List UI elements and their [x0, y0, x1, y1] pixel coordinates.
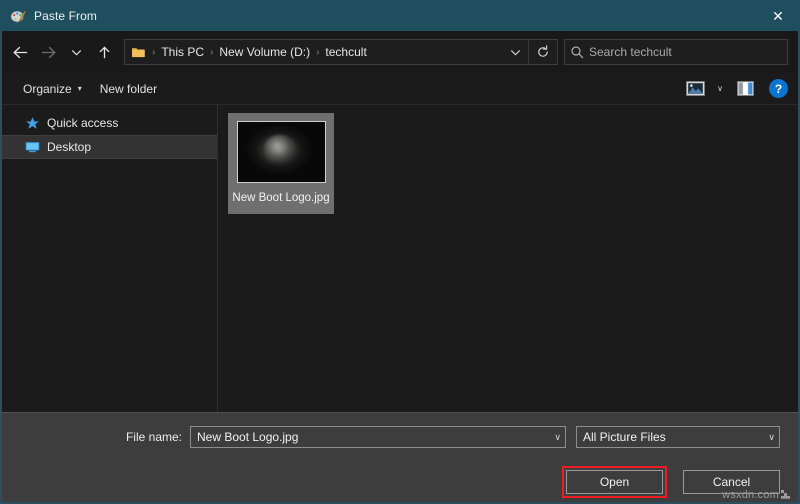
folder-icon	[131, 45, 146, 59]
sidebar-item-desktop[interactable]: Desktop	[2, 135, 217, 159]
close-icon[interactable]: ✕	[756, 0, 800, 31]
window-title: Paste From	[34, 8, 98, 23]
paint-palette-icon	[10, 8, 26, 24]
filetype-value: All Picture Files	[583, 430, 666, 444]
dialog-button-row: Open Cancel	[2, 461, 798, 502]
watermark: wsxdn.com	[722, 489, 790, 501]
help-button[interactable]: ?	[769, 79, 788, 98]
file-list-pane[interactable]: New Boot Logo.jpg	[218, 105, 798, 412]
sidebar-item-quick-access[interactable]: Quick access	[2, 111, 217, 135]
toolbar-right-group: ∨ ?	[681, 77, 790, 101]
list-item[interactable]: New Boot Logo.jpg	[228, 113, 334, 214]
address-chevron-down-icon[interactable]	[502, 40, 528, 64]
organize-button[interactable]: Organize ▾	[14, 78, 91, 100]
filetype-select[interactable]: All Picture Files ∨	[576, 426, 780, 448]
breadcrumb[interactable]: › This PC › New Volume (D:) › techcult	[125, 45, 502, 59]
file-name-label: New Boot Logo.jpg	[232, 192, 330, 204]
breadcrumb-separator: ›	[210, 46, 214, 58]
filetype-chevron-down-icon[interactable]: ∨	[762, 432, 775, 443]
command-toolbar: Organize ▾ New folder ∨ ?	[2, 73, 798, 105]
breadcrumb-item-techcult[interactable]: techcult	[322, 45, 369, 59]
preview-pane-icon[interactable]	[731, 77, 759, 101]
file-thumbnail	[236, 121, 326, 183]
open-button-highlight: Open	[562, 465, 667, 498]
breadcrumb-item-this-pc[interactable]: This PC	[158, 45, 207, 59]
address-bar[interactable]: › This PC › New Volume (D:) › techcult	[124, 39, 558, 65]
up-icon[interactable]	[90, 38, 118, 66]
refresh-icon[interactable]	[528, 40, 557, 64]
star-icon	[24, 115, 40, 131]
filename-chevron-down-icon[interactable]: ∨	[548, 432, 561, 443]
monitor-icon	[24, 139, 40, 155]
filename-field[interactable]: ∨	[190, 426, 566, 448]
open-button[interactable]: Open	[566, 469, 663, 494]
chevron-down-icon: ▾	[77, 83, 82, 93]
watermark-text: wsxdn.com	[722, 489, 779, 501]
filename-label: File name:	[125, 430, 182, 444]
organize-label: Organize	[23, 81, 72, 96]
recent-locations-chevron-down-icon[interactable]	[62, 38, 90, 66]
filename-input[interactable]	[197, 430, 549, 444]
navigation-bar: › This PC › New Volume (D:) › techcult	[2, 31, 798, 73]
picture-view-icon[interactable]	[681, 77, 709, 101]
sidebar-item-label: Quick access	[47, 116, 119, 130]
search-input[interactable]	[589, 45, 787, 59]
title-bar: Paste From ✕	[0, 0, 800, 31]
breadcrumb-separator: ›	[152, 46, 156, 58]
dialog-bottom-pane: File name: ∨ All Picture Files ∨ Open Ca…	[2, 412, 798, 502]
new-folder-button[interactable]: New folder	[91, 78, 166, 100]
back-icon[interactable]	[6, 38, 34, 66]
paste-from-dialog: Paste From ✕ › This PC › New Volume (D:)…	[0, 0, 800, 504]
navigation-sidebar: Quick access Desktop	[2, 105, 218, 412]
search-icon	[565, 45, 589, 59]
watermark-mark-icon	[781, 490, 790, 499]
breadcrumb-separator: ›	[316, 46, 320, 58]
new-folder-label: New folder	[99, 81, 158, 96]
search-box[interactable]	[564, 39, 788, 65]
breadcrumb-item-new-volume[interactable]: New Volume (D:)	[216, 45, 313, 59]
sidebar-item-label: Desktop	[47, 140, 92, 154]
forward-icon[interactable]	[34, 38, 62, 66]
filename-row: File name: ∨ All Picture Files ∨	[2, 413, 798, 461]
content-area: Quick access Desktop New Boot Logo.jpg	[2, 105, 798, 412]
view-chevron-down-icon[interactable]: ∨	[711, 77, 729, 101]
